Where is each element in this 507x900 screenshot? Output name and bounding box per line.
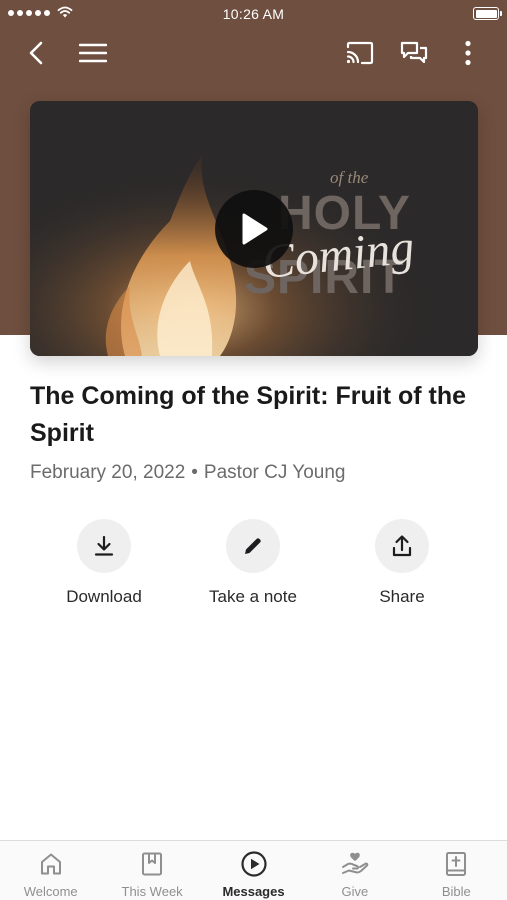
- sermon-title: The Coming of the Spirit: Fruit of the S…: [30, 382, 467, 447]
- status-bar: 10:26 AM: [0, 0, 507, 28]
- share-button[interactable]: Share: [327, 519, 477, 607]
- take-a-note-button[interactable]: Take a note: [178, 519, 328, 607]
- chat-bubbles-icon: [400, 41, 428, 64]
- status-time: 10:26 AM: [222, 6, 285, 22]
- tab-give[interactable]: Give: [304, 841, 405, 900]
- top-navigation: [0, 30, 507, 76]
- cast-button[interactable]: [343, 36, 377, 70]
- tab-this-week[interactable]: This Week: [101, 841, 202, 900]
- chat-button[interactable]: [397, 36, 431, 70]
- tab-label-bible: Bible: [441, 884, 471, 899]
- cast-icon: [346, 41, 374, 65]
- tab-messages[interactable]: Messages: [203, 841, 304, 900]
- hamburger-menu-icon: [79, 43, 107, 63]
- tab-label-messages: Messages: [222, 884, 285, 899]
- battery-icon: [473, 7, 502, 20]
- share-icon: [392, 535, 412, 557]
- bookmark-icon: [138, 850, 166, 878]
- meta-separator: •: [191, 462, 198, 483]
- chevron-left-icon: [29, 41, 43, 65]
- share-icon-circle: [375, 519, 429, 573]
- pencil-icon: [245, 538, 261, 554]
- tab-welcome[interactable]: Welcome: [0, 841, 101, 900]
- sermon-meta: February 20, 2022 • Pastor CJ Young: [30, 462, 345, 484]
- download-icon: [94, 535, 114, 556]
- sermon-video-thumbnail[interactable]: of the HOLY SPIRIT Coming: [30, 101, 478, 356]
- play-button[interactable]: [215, 190, 293, 268]
- download-button[interactable]: Download: [29, 519, 179, 607]
- bottom-tab-bar: Welcome This Week Messages Give Bible: [0, 840, 507, 900]
- share-label: Share: [379, 587, 425, 606]
- sermon-speaker: Pastor CJ Young: [203, 462, 346, 483]
- more-options-button[interactable]: [451, 36, 485, 70]
- more-vertical-icon: [465, 40, 471, 66]
- play-icon: [242, 213, 268, 245]
- bible-icon: [442, 850, 470, 878]
- download-label: Download: [66, 587, 142, 606]
- play-circle-icon: [240, 850, 268, 878]
- take-a-note-label: Take a note: [209, 587, 297, 606]
- menu-button[interactable]: [76, 36, 110, 70]
- give-hand-icon: [341, 850, 369, 878]
- note-icon-circle: [226, 519, 280, 573]
- home-icon: [37, 850, 65, 878]
- back-button[interactable]: [20, 36, 54, 70]
- tab-bible[interactable]: Bible: [406, 841, 507, 900]
- art-text-of-the: of the: [330, 168, 369, 187]
- tab-label-this-week: This Week: [121, 884, 183, 899]
- sermon-date: February 20, 2022: [30, 462, 186, 483]
- download-icon-circle: [77, 519, 131, 573]
- tab-label-welcome: Welcome: [23, 884, 78, 899]
- tab-label-give: Give: [341, 884, 369, 899]
